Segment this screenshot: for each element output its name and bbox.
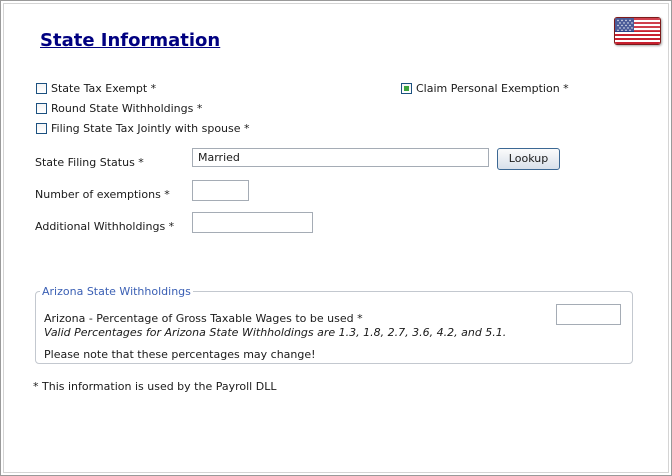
state-tax-exempt-checkbox[interactable] <box>36 83 47 94</box>
form-frame <box>0 0 672 476</box>
state-tax-exempt-label: State Tax Exempt * <box>51 82 157 95</box>
filing-status-field[interactable]: Married <box>192 148 489 167</box>
round-state-withholdings-label: Round State Withholdings * <box>51 102 203 115</box>
filing-jointly-label: Filing State Tax Jointly with spouse * <box>51 122 250 135</box>
arizona-percentage-field[interactable] <box>556 304 621 325</box>
us-flag-icon <box>614 17 661 45</box>
payroll-dll-note: * This information is used by the Payrol… <box>33 380 277 393</box>
additional-withholdings-label: Additional Withholdings * <box>35 220 175 233</box>
form-inner-border <box>3 3 669 473</box>
arizona-percentage-label: Arizona - Percentage of Gross Taxable Wa… <box>44 312 363 325</box>
filing-status-label: State Filing Status * <box>35 156 144 169</box>
exemptions-field[interactable] <box>192 180 249 201</box>
round-state-withholdings-checkbox[interactable] <box>36 103 47 114</box>
arizona-change-note: Please note that these percentages may c… <box>44 348 316 361</box>
lookup-button[interactable]: Lookup <box>497 148 560 170</box>
claim-personal-exemption-label: Claim Personal Exemption * <box>416 82 569 95</box>
claim-personal-exemption-checkbox[interactable] <box>401 83 412 94</box>
arizona-valid-percentages-note: Valid Percentages for Arizona State With… <box>44 326 507 339</box>
filing-jointly-checkbox[interactable] <box>36 123 47 134</box>
additional-withholdings-field[interactable] <box>192 212 313 233</box>
exemptions-label: Number of exemptions * <box>35 188 170 201</box>
page-title: State Information <box>40 30 221 51</box>
arizona-group-legend: Arizona State Withholdings <box>40 285 193 298</box>
